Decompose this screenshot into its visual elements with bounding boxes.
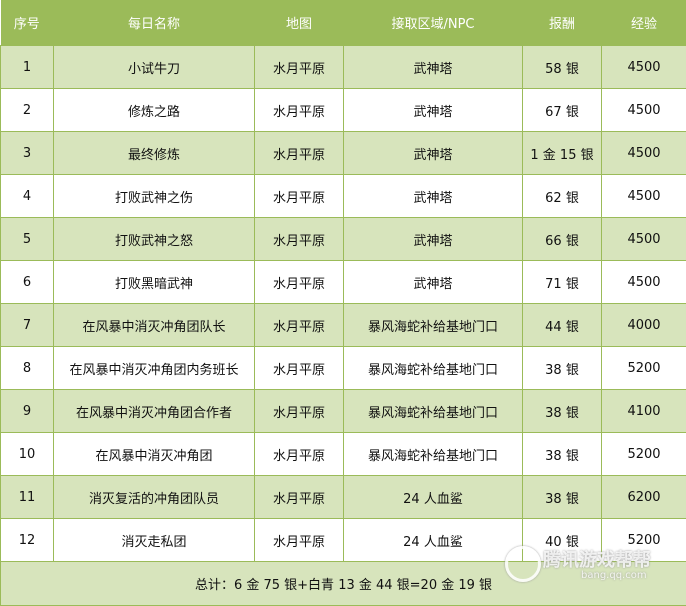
table-row: 11消灭复活的冲角团队员水月平原24 人血鲨38 银6200 (1, 476, 686, 519)
cell-index: 4 (1, 175, 54, 218)
header-reward: 报酬 (523, 0, 602, 46)
cell-npc: 武神塔 (344, 261, 523, 304)
cell-map: 水月平原 (255, 433, 344, 476)
cell-npc: 武神塔 (344, 89, 523, 132)
cell-reward: 71 银 (523, 261, 602, 304)
cell-npc: 24 人血鲨 (344, 476, 523, 519)
cell-map: 水月平原 (255, 46, 344, 89)
header-npc: 接取区域/NPC (344, 0, 523, 46)
table-row: 4打败武神之伤水月平原武神塔62 银4500 (1, 175, 686, 218)
cell-npc: 暴风海蛇补给基地门口 (344, 304, 523, 347)
cell-npc: 武神塔 (344, 175, 523, 218)
cell-exp: 4500 (602, 261, 686, 304)
header-map: 地图 (255, 0, 344, 46)
cell-map: 水月平原 (255, 261, 344, 304)
cell-reward: 67 银 (523, 89, 602, 132)
cell-quest-name: 消灭复活的冲角团队员 (54, 476, 255, 519)
cell-npc: 暴风海蛇补给基地门口 (344, 347, 523, 390)
cell-reward: 58 银 (523, 46, 602, 89)
cell-index: 1 (1, 46, 54, 89)
header-quest-name: 每日名称 (54, 0, 255, 46)
cell-map: 水月平原 (255, 132, 344, 175)
cell-npc: 武神塔 (344, 132, 523, 175)
cell-map: 水月平原 (255, 476, 344, 519)
cell-exp: 4500 (602, 218, 686, 261)
table-row: 7在风暴中消灭冲角团队长水月平原暴风海蛇补给基地门口44 银4000 (1, 304, 686, 347)
cell-reward: 66 银 (523, 218, 602, 261)
cell-quest-name: 修炼之路 (54, 89, 255, 132)
cell-exp: 6200 (602, 476, 686, 519)
cell-index: 11 (1, 476, 54, 519)
cell-exp: 4500 (602, 175, 686, 218)
cell-reward: 38 银 (523, 476, 602, 519)
table-row: 2修炼之路水月平原武神塔67 银4500 (1, 89, 686, 132)
watermark-logo: 腾讯游戏帮帮bang.qq.com (505, 540, 675, 590)
cell-exp: 5200 (602, 347, 686, 390)
cell-map: 水月平原 (255, 347, 344, 390)
cell-quest-name: 在风暴中消灭冲角团队长 (54, 304, 255, 347)
cell-quest-name: 打败黑暗武神 (54, 261, 255, 304)
cell-exp: 4000 (602, 304, 686, 347)
logo-icon (505, 546, 541, 582)
cell-map: 水月平原 (255, 218, 344, 261)
cell-exp: 4500 (602, 46, 686, 89)
table-row: 10在风暴中消灭冲角团水月平原暴风海蛇补给基地门口38 银5200 (1, 433, 686, 476)
cell-exp: 4100 (602, 390, 686, 433)
table-row: 5打败武神之怒水月平原武神塔66 银4500 (1, 218, 686, 261)
cell-exp: 4500 (602, 132, 686, 175)
cell-quest-name: 最终修炼 (54, 132, 255, 175)
cell-quest-name: 小试牛刀 (54, 46, 255, 89)
table-row: 9在风暴中消灭冲角团合作者水月平原暴风海蛇补给基地门口38 银4100 (1, 390, 686, 433)
cell-quest-name: 打败武神之怒 (54, 218, 255, 261)
cell-map: 水月平原 (255, 304, 344, 347)
cell-index: 3 (1, 132, 54, 175)
cell-index: 2 (1, 89, 54, 132)
cell-index: 12 (1, 519, 54, 562)
cell-index: 8 (1, 347, 54, 390)
cell-quest-name: 消灭走私团 (54, 519, 255, 562)
cell-npc: 暴风海蛇补给基地门口 (344, 433, 523, 476)
cell-map: 水月平原 (255, 519, 344, 562)
cell-quest-name: 在风暴中消灭冲角团 (54, 433, 255, 476)
cell-map: 水月平原 (255, 175, 344, 218)
cell-map: 水月平原 (255, 390, 344, 433)
cell-npc: 暴风海蛇补给基地门口 (344, 390, 523, 433)
table-row: 3最终修炼水月平原武神塔1 金 15 银4500 (1, 132, 686, 175)
cell-npc: 武神塔 (344, 46, 523, 89)
cell-npc: 24 人血鲨 (344, 519, 523, 562)
cell-reward: 38 银 (523, 390, 602, 433)
cell-reward: 44 银 (523, 304, 602, 347)
header-row: 序号每日名称地图接取区域/NPC报酬经验 (1, 0, 686, 46)
header-exp: 经验 (602, 0, 686, 46)
cell-reward: 1 金 15 银 (523, 132, 602, 175)
cell-index: 6 (1, 261, 54, 304)
cell-quest-name: 打败武神之伤 (54, 175, 255, 218)
cell-exp: 4500 (602, 89, 686, 132)
cell-index: 9 (1, 390, 54, 433)
cell-exp: 5200 (602, 433, 686, 476)
cell-quest-name: 在风暴中消灭冲角团合作者 (54, 390, 255, 433)
header-index: 序号 (1, 0, 54, 46)
quest-table: 序号每日名称地图接取区域/NPC报酬经验 1小试牛刀水月平原武神塔58 银450… (0, 0, 686, 606)
cell-index: 10 (1, 433, 54, 476)
cell-map: 水月平原 (255, 89, 344, 132)
cell-reward: 38 银 (523, 433, 602, 476)
table-row: 1小试牛刀水月平原武神塔58 银4500 (1, 46, 686, 89)
cell-reward: 38 银 (523, 347, 602, 390)
table-row: 6打败黑暗武神水月平原武神塔71 银4500 (1, 261, 686, 304)
cell-npc: 武神塔 (344, 218, 523, 261)
cell-index: 7 (1, 304, 54, 347)
table-row: 8在风暴中消灭冲角团内务班长水月平原暴风海蛇补给基地门口38 银5200 (1, 347, 686, 390)
cell-index: 5 (1, 218, 54, 261)
cell-reward: 62 银 (523, 175, 602, 218)
cell-quest-name: 在风暴中消灭冲角团内务班长 (54, 347, 255, 390)
